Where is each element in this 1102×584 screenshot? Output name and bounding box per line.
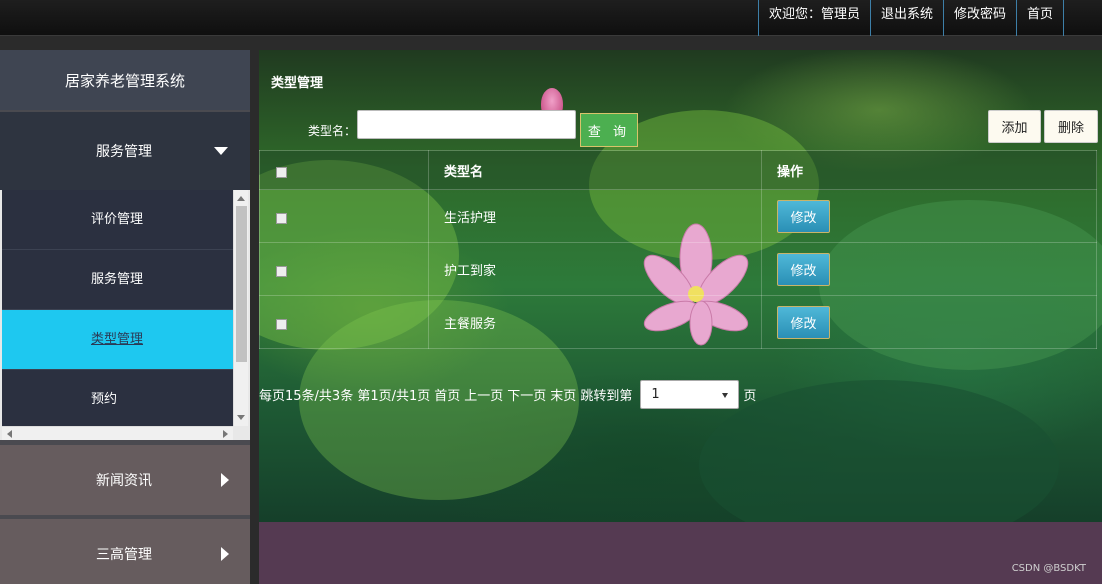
first-page-link[interactable]: 首页 bbox=[434, 385, 460, 404]
last-page-link[interactable]: 末页 bbox=[550, 385, 576, 404]
sidebar-group-label: 三高管理 bbox=[96, 547, 152, 563]
welcome-text: 欢迎您：管理员 bbox=[757, 0, 870, 36]
sidebar-group-news[interactable]: 新闻资讯 bbox=[0, 445, 250, 515]
scroll-down-icon[interactable] bbox=[237, 415, 245, 420]
home-link[interactable]: 首页 bbox=[1015, 0, 1064, 36]
table-row: 生活护理 修改 bbox=[259, 189, 1097, 243]
row-select-cell bbox=[259, 242, 429, 296]
type-table: 类型名 操作 生活护理 修改 护工到家 修改 主餐服务 修改 bbox=[259, 150, 1097, 349]
dropdown-arrow-icon bbox=[722, 393, 729, 398]
edit-button[interactable]: 修改 bbox=[777, 199, 830, 233]
row-select-cell bbox=[259, 295, 429, 349]
horizontal-scrollbar[interactable] bbox=[2, 426, 233, 440]
add-button[interactable]: 添加 bbox=[988, 110, 1041, 143]
caret-right-icon bbox=[221, 547, 229, 561]
app-title: 居家养老管理系统 bbox=[0, 50, 250, 110]
pagination: 每页15条/共3条 第1页/共1页 首页 上一页 下一页 末页 跳转到第 1 页 bbox=[259, 380, 760, 409]
page-jump-select[interactable]: 1 bbox=[640, 380, 740, 409]
edit-button[interactable]: 修改 bbox=[777, 305, 830, 339]
query-button[interactable]: 查 询 bbox=[580, 113, 638, 147]
sidebar-group-label: 新闻资讯 bbox=[96, 473, 152, 489]
delete-button[interactable]: 删除 bbox=[1044, 110, 1098, 143]
pagination-summary: 每页15条/共3条 第1页/共1页 bbox=[259, 389, 431, 404]
search-label: 类型名： bbox=[308, 124, 357, 138]
sidebar-group-service[interactable]: 服务管理 bbox=[0, 112, 250, 190]
sidebar-item-services[interactable]: 服务管理 bbox=[2, 250, 233, 310]
sidebar-group-health[interactable]: 三高管理 bbox=[0, 519, 250, 584]
sidebar-item-reviews[interactable]: 评价管理 bbox=[2, 190, 233, 250]
actions-cell: 修改 bbox=[761, 189, 1097, 243]
submenu-pane: 评价管理 服务管理 类型管理 预约 bbox=[0, 190, 250, 440]
row-select-cell bbox=[259, 189, 429, 243]
type-name-search-input[interactable] bbox=[357, 110, 576, 139]
change-password-link[interactable]: 修改密码 bbox=[942, 0, 1016, 36]
sidebar-item-booking[interactable]: 预约 bbox=[2, 370, 233, 426]
sidebar: 居家养老管理系统 服务管理 评价管理 服务管理 类型管理 预约 新闻资讯 三高管… bbox=[0, 50, 250, 584]
type-name-cell: 护工到家 bbox=[428, 242, 762, 296]
row-checkbox[interactable] bbox=[276, 318, 287, 330]
select-all-checkbox[interactable] bbox=[276, 166, 287, 178]
column-header-actions: 操作 bbox=[761, 150, 1097, 190]
edit-button[interactable]: 修改 bbox=[777, 252, 830, 286]
row-checkbox[interactable] bbox=[276, 212, 287, 224]
logout-link[interactable]: 退出系统 bbox=[869, 0, 943, 36]
scroll-up-icon[interactable] bbox=[237, 196, 245, 201]
type-name-cell: 主餐服务 bbox=[428, 295, 762, 349]
top-nav: 欢迎您：管理员 退出系统 修改密码 首页 bbox=[757, 0, 1064, 36]
sidebar-group-label: 服务管理 bbox=[96, 144, 152, 160]
caret-down-icon bbox=[214, 147, 228, 155]
page-jump-value: 1 bbox=[651, 387, 660, 402]
vertical-scrollbar[interactable] bbox=[233, 190, 248, 426]
table-row: 主餐服务 修改 bbox=[259, 295, 1097, 349]
top-bar: 欢迎您：管理员 退出系统 修改密码 首页 bbox=[0, 0, 1102, 36]
page-title: 类型管理 bbox=[271, 76, 324, 91]
page-suffix: 页 bbox=[743, 389, 757, 404]
main-content: 类型管理 类型名： 查 询 添加 删除 类型名 操作 生活护理 修改 护工到家 … bbox=[259, 50, 1102, 584]
actions-cell: 修改 bbox=[761, 242, 1097, 296]
submenu-list: 评价管理 服务管理 类型管理 预约 bbox=[2, 190, 233, 426]
scroll-thumb[interactable] bbox=[236, 206, 247, 362]
type-name-cell: 生活护理 bbox=[428, 189, 762, 243]
actions-cell: 修改 bbox=[761, 295, 1097, 349]
next-page-link[interactable]: 下一页 bbox=[507, 385, 546, 404]
sidebar-item-types[interactable]: 类型管理 bbox=[2, 310, 233, 370]
row-checkbox[interactable] bbox=[276, 265, 287, 277]
scroll-right-icon[interactable] bbox=[223, 430, 228, 438]
caret-right-icon bbox=[221, 473, 229, 487]
column-header-type-name: 类型名 bbox=[428, 150, 762, 190]
scroll-left-icon[interactable] bbox=[7, 430, 12, 438]
watermark-text: CSDN @BSDKT bbox=[1011, 563, 1086, 574]
prev-page-link[interactable]: 上一页 bbox=[464, 385, 503, 404]
jump-label: 跳转到第 bbox=[580, 389, 633, 404]
table-header-row: 类型名 操作 bbox=[259, 150, 1097, 190]
select-all-cell bbox=[259, 150, 429, 190]
table-row: 护工到家 修改 bbox=[259, 242, 1097, 296]
